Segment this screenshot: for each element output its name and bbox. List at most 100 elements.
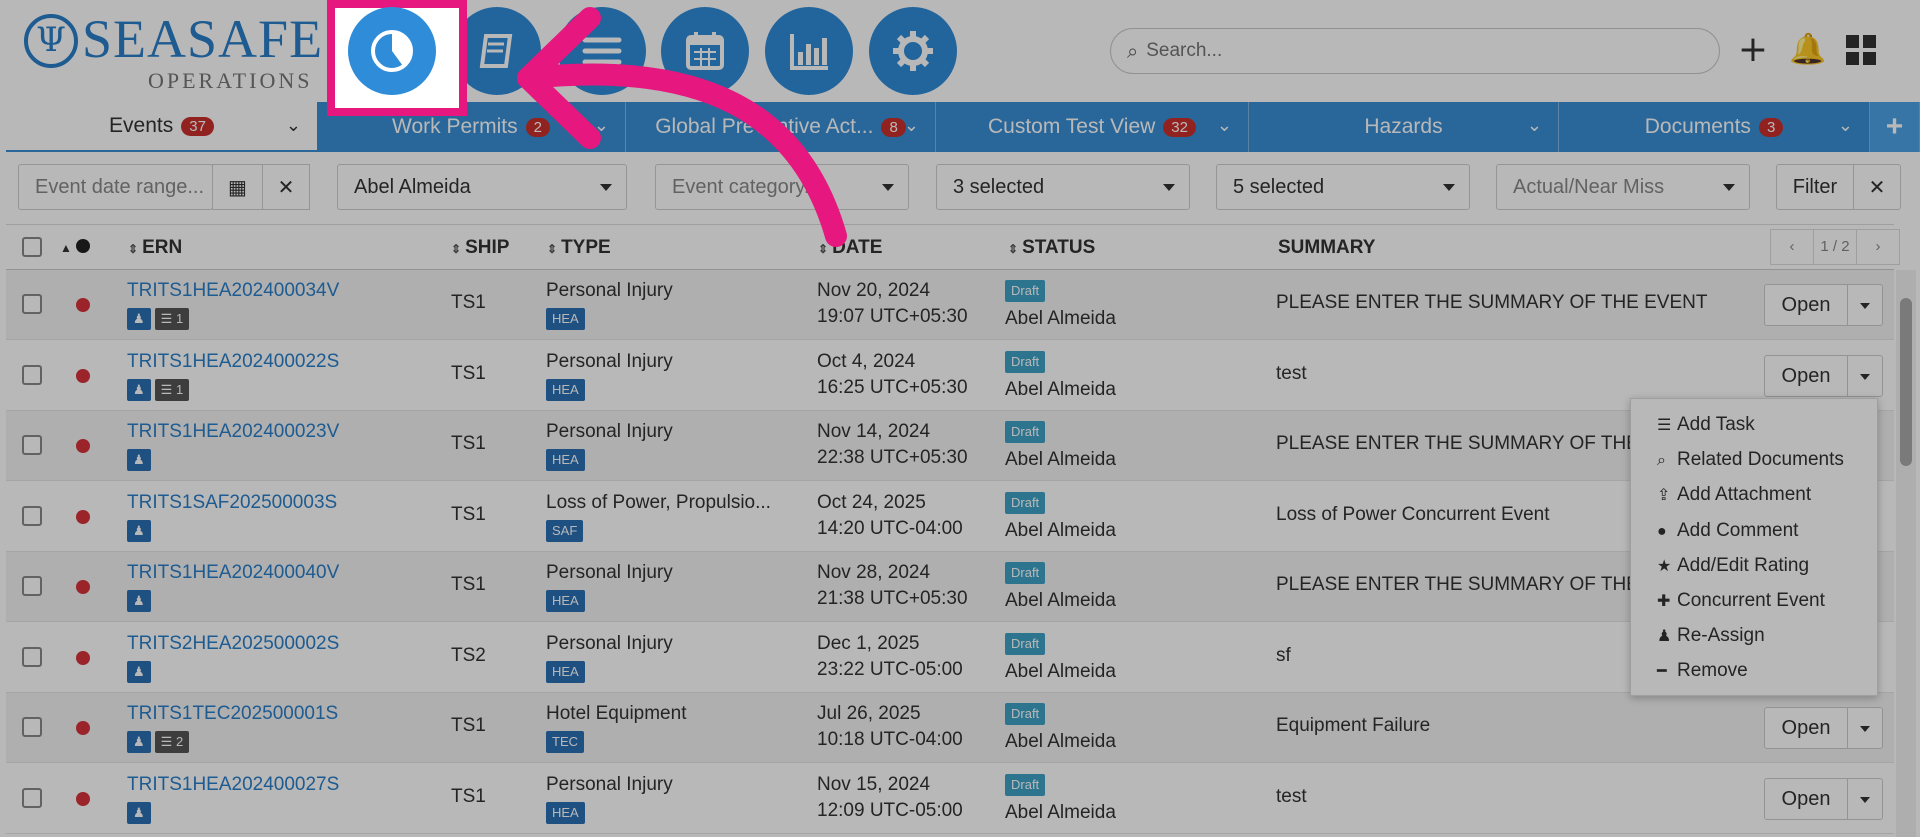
chevron-down-icon[interactable]: ⌄	[1217, 115, 1232, 136]
row-checkbox[interactable]	[22, 294, 42, 314]
select-all-checkbox[interactable]	[22, 237, 42, 257]
menu-item-add-comment[interactable]: ● Add Comment	[1631, 513, 1877, 548]
row-chips: ♟	[127, 660, 151, 683]
search-input[interactable]	[1146, 40, 1687, 62]
column-type[interactable]: ⇕ TYPE	[547, 237, 611, 259]
chevron-down-icon[interactable]: ⌄	[904, 115, 919, 136]
tab-count-badge: 37	[181, 116, 214, 136]
add-icon[interactable]: +	[1733, 28, 1773, 72]
calendar-icon[interactable]	[661, 7, 749, 95]
scrollbar-thumb[interactable]	[1900, 298, 1912, 466]
ern-link[interactable]: TRITS1HEA202400034V	[127, 280, 339, 302]
menu-item-add-task[interactable]: ☰ Add Task	[1631, 407, 1877, 442]
ern-link[interactable]: TRITS2HEA202500002S	[127, 633, 339, 655]
person-select[interactable]: Abel Almeida	[337, 164, 627, 210]
status-dot-header-icon[interactable]	[76, 239, 90, 253]
date-cell: Dec 1, 2025	[817, 632, 920, 654]
chevron-down-icon[interactable]: ⌄	[1838, 115, 1853, 136]
summary-cell: test	[1276, 785, 1307, 807]
ern-link[interactable]: TRITS1HEA202400027S	[127, 774, 339, 796]
actual-near-miss-select[interactable]: Actual/Near Miss	[1496, 164, 1750, 210]
ern-link[interactable]: TRITS1SAF202500003S	[127, 492, 337, 514]
tab-custom-test-view[interactable]: Custom Test View 32 ⌄	[936, 102, 1249, 152]
seasafe-logo[interactable]: Ψ SEASAFE OPERATIONS	[24, 9, 322, 93]
task-count: 1	[175, 381, 184, 397]
status-dot-icon	[76, 650, 90, 665]
menu-item-add-attachment[interactable]: ⇪ Add Attachment	[1631, 477, 1877, 512]
task-count: 1	[175, 311, 184, 326]
table-row[interactable]: TRITS1HEA202400027S ♟ TS1 Personal Injury HE…	[6, 764, 1894, 834]
tab-events[interactable]: Events 37 ⌄	[6, 102, 317, 152]
menu-item-related-documents[interactable]: ⌕ Related Documents	[1631, 442, 1877, 477]
row-actions-dropdown-toggle[interactable]	[1847, 284, 1883, 326]
column-date[interactable]: ⇕ DATE	[818, 237, 882, 259]
column-ship[interactable]: ⇕ SHIP	[451, 237, 509, 259]
status-badge: Draft	[1005, 421, 1046, 443]
chevron-down-icon[interactable]: ⌄	[286, 115, 301, 136]
ern-link[interactable]: TRITS1HEA202400040V	[127, 562, 339, 584]
row-actions-dropdown-toggle[interactable]	[1847, 777, 1883, 820]
bar-chart-icon[interactable]	[765, 7, 853, 95]
list-icon[interactable]	[558, 7, 646, 95]
settings-gear-icon[interactable]	[869, 7, 957, 95]
open-button[interactable]: Open	[1764, 707, 1848, 749]
row-checkbox[interactable]	[22, 505, 42, 526]
add-tab-button[interactable]: +	[1870, 102, 1920, 152]
minus-icon: ━	[1657, 663, 1667, 681]
tab-hazards[interactable]: Hazards ⌄	[1249, 102, 1559, 152]
menu-item-add-edit-rating[interactable]: ★ Add/Edit Rating	[1631, 548, 1877, 583]
table-row[interactable]: TRITS2HEA202500002S ♟ TS2 Personal Injury HE…	[6, 623, 1894, 693]
open-button[interactable]: Open	[1764, 777, 1848, 820]
clear-filters-icon[interactable]: ✕	[1853, 164, 1901, 210]
event-date-range-input[interactable]: Event date range...	[18, 164, 213, 210]
sort-icon[interactable]: ▲	[60, 241, 72, 255]
row-checkbox[interactable]	[22, 646, 42, 667]
table-row[interactable]: TRITS1HEA202400023V ♟ TS1 Personal Injury HE…	[6, 411, 1894, 481]
menu-item-re-assign[interactable]: ♟ Re-Assign	[1631, 618, 1877, 653]
prev-page-button[interactable]: ‹	[1771, 230, 1814, 264]
calendar-icon[interactable]: ▦	[212, 164, 263, 210]
ern-link[interactable]: TRITS1TEC202500001S	[127, 703, 338, 725]
tab-label: Documents	[1644, 115, 1751, 138]
column-ern[interactable]: ⇕ ERN	[128, 237, 182, 259]
event-category-select[interactable]: Event category...	[655, 164, 909, 210]
table-row[interactable]: TRITS1HEA202400034V ♟ ☰ 1 TS1 Personal Injur…	[6, 270, 1894, 340]
search-box[interactable]: ⌕	[1110, 28, 1720, 74]
table-row[interactable]: TRITS1SAF202500003S ♟ TS1 Loss of Power, Pr…	[6, 482, 1894, 552]
row-checkbox[interactable]	[22, 717, 42, 737]
row-checkbox[interactable]	[22, 787, 42, 808]
status-badge: Draft	[1005, 562, 1046, 584]
ern-link[interactable]: TRITS1HEA202400023V	[127, 421, 339, 443]
table-row[interactable]: TRITS1TEC202500001S ♟ ☰ 2 TS1 Hotel Equipmen…	[6, 693, 1894, 763]
multi-select-1[interactable]: 3 selected	[936, 164, 1190, 210]
ern-link[interactable]: TRITS1HEA202400022S	[127, 351, 339, 373]
multi-select-2[interactable]: 5 selected	[1216, 164, 1470, 210]
apps-grid-icon[interactable]	[1841, 28, 1881, 72]
notification-bell-icon[interactable]: 🔔	[1788, 28, 1828, 72]
owner-cell: Abel Almeida	[1005, 660, 1116, 682]
table-row[interactable]: TRITS1HEA202400040V ♟ TS1 Personal Injury HE…	[6, 552, 1894, 622]
status-badge: Draft	[1005, 350, 1046, 373]
next-page-button[interactable]: ›	[1857, 230, 1899, 264]
chevron-down-icon[interactable]: ⌄	[594, 115, 609, 136]
table-row[interactable]: TRITS1HEA202400022S ♟ ☰ 1 TS1 Personal Injur…	[6, 341, 1894, 411]
table-scrollbar[interactable]	[1896, 270, 1916, 837]
row-checkbox[interactable]	[22, 435, 42, 455]
open-button[interactable]: Open	[1764, 284, 1848, 326]
open-button[interactable]: Open	[1764, 354, 1848, 397]
row-actions-dropdown-toggle[interactable]	[1847, 707, 1883, 749]
column-status[interactable]: ⇕ STATUS	[1008, 237, 1095, 259]
tab-documents[interactable]: Documents 3 ⌄	[1559, 102, 1870, 152]
filter-button[interactable]: Filter	[1776, 164, 1854, 210]
menu-item-remove[interactable]: ━ Remove	[1631, 653, 1877, 688]
clear-date-icon[interactable]: ✕	[262, 164, 310, 210]
row-checkbox[interactable]	[22, 364, 42, 385]
row-actions-dropdown-toggle[interactable]	[1847, 354, 1883, 397]
row-checkbox[interactable]	[22, 576, 42, 596]
chevron-down-icon[interactable]: ⌄	[1527, 115, 1542, 136]
tab-global-preventive-actions[interactable]: Global Preventive Act... 8 ⌄	[626, 102, 936, 152]
menu-item-concurrent-event[interactable]: ✚ Concurrent Event	[1631, 583, 1877, 618]
column-label: SHIP	[465, 237, 510, 258]
menu-item-label: Add Attachment	[1677, 484, 1812, 506]
dashboard-pie-icon-highlighted[interactable]	[348, 7, 436, 95]
